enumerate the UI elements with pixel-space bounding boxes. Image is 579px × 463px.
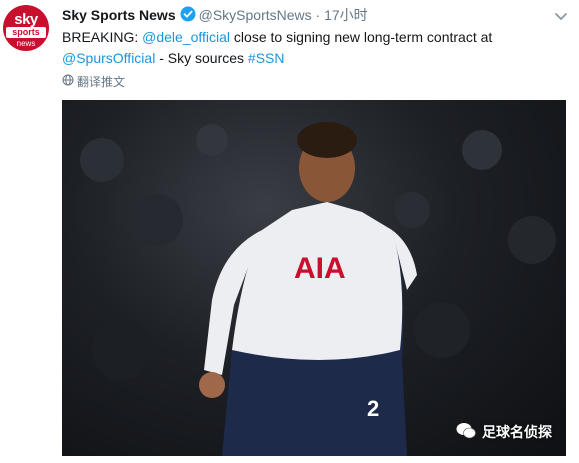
mention-spurs[interactable]: @SpursOfficial — [62, 50, 155, 66]
translate-label: 翻译推文 — [77, 75, 126, 89]
separator-dot: · — [315, 7, 321, 23]
wechat-icon — [456, 422, 476, 442]
tweet-photo[interactable]: AIA 2 足球名侦探 — [62, 100, 566, 456]
tweet-middle: close to signing new long-term contract … — [230, 29, 493, 45]
chevron-down-icon[interactable] — [555, 8, 567, 26]
avatar[interactable]: sky sports news — [3, 5, 49, 51]
watermark-text: 足球名侦探 — [482, 424, 552, 440]
player-photo-illustration: AIA 2 — [80, 122, 556, 456]
svg-text:2: 2 — [367, 396, 379, 421]
verified-badge-icon — [180, 6, 196, 27]
account-name[interactable]: Sky Sports News — [62, 7, 176, 23]
tweet-prefix: BREAKING: — [62, 29, 143, 45]
avatar-logo-sports: sports — [6, 27, 46, 38]
tweet-text: BREAKING: @dele_official close to signin… — [62, 27, 512, 69]
hashtag-ssn[interactable]: #SSN — [248, 50, 285, 66]
tweet-time[interactable]: 17小时 — [324, 7, 368, 23]
avatar-logo-sky: sky — [14, 11, 38, 28]
tweet-suffix: - Sky sources — [155, 50, 248, 66]
tweet-header: Sky Sports News @SkySportsNews · 17小时 — [62, 5, 368, 27]
translate-tweet-link[interactable]: 翻译推文 — [62, 73, 125, 90]
svg-text:AIA: AIA — [294, 252, 346, 285]
account-handle[interactable]: @SkySportsNews — [199, 7, 312, 23]
avatar-logo-news: news — [16, 39, 36, 48]
mention-dele[interactable]: @dele_official — [142, 29, 230, 45]
globe-icon — [62, 74, 74, 89]
watermark: 足球名侦探 — [456, 422, 552, 442]
